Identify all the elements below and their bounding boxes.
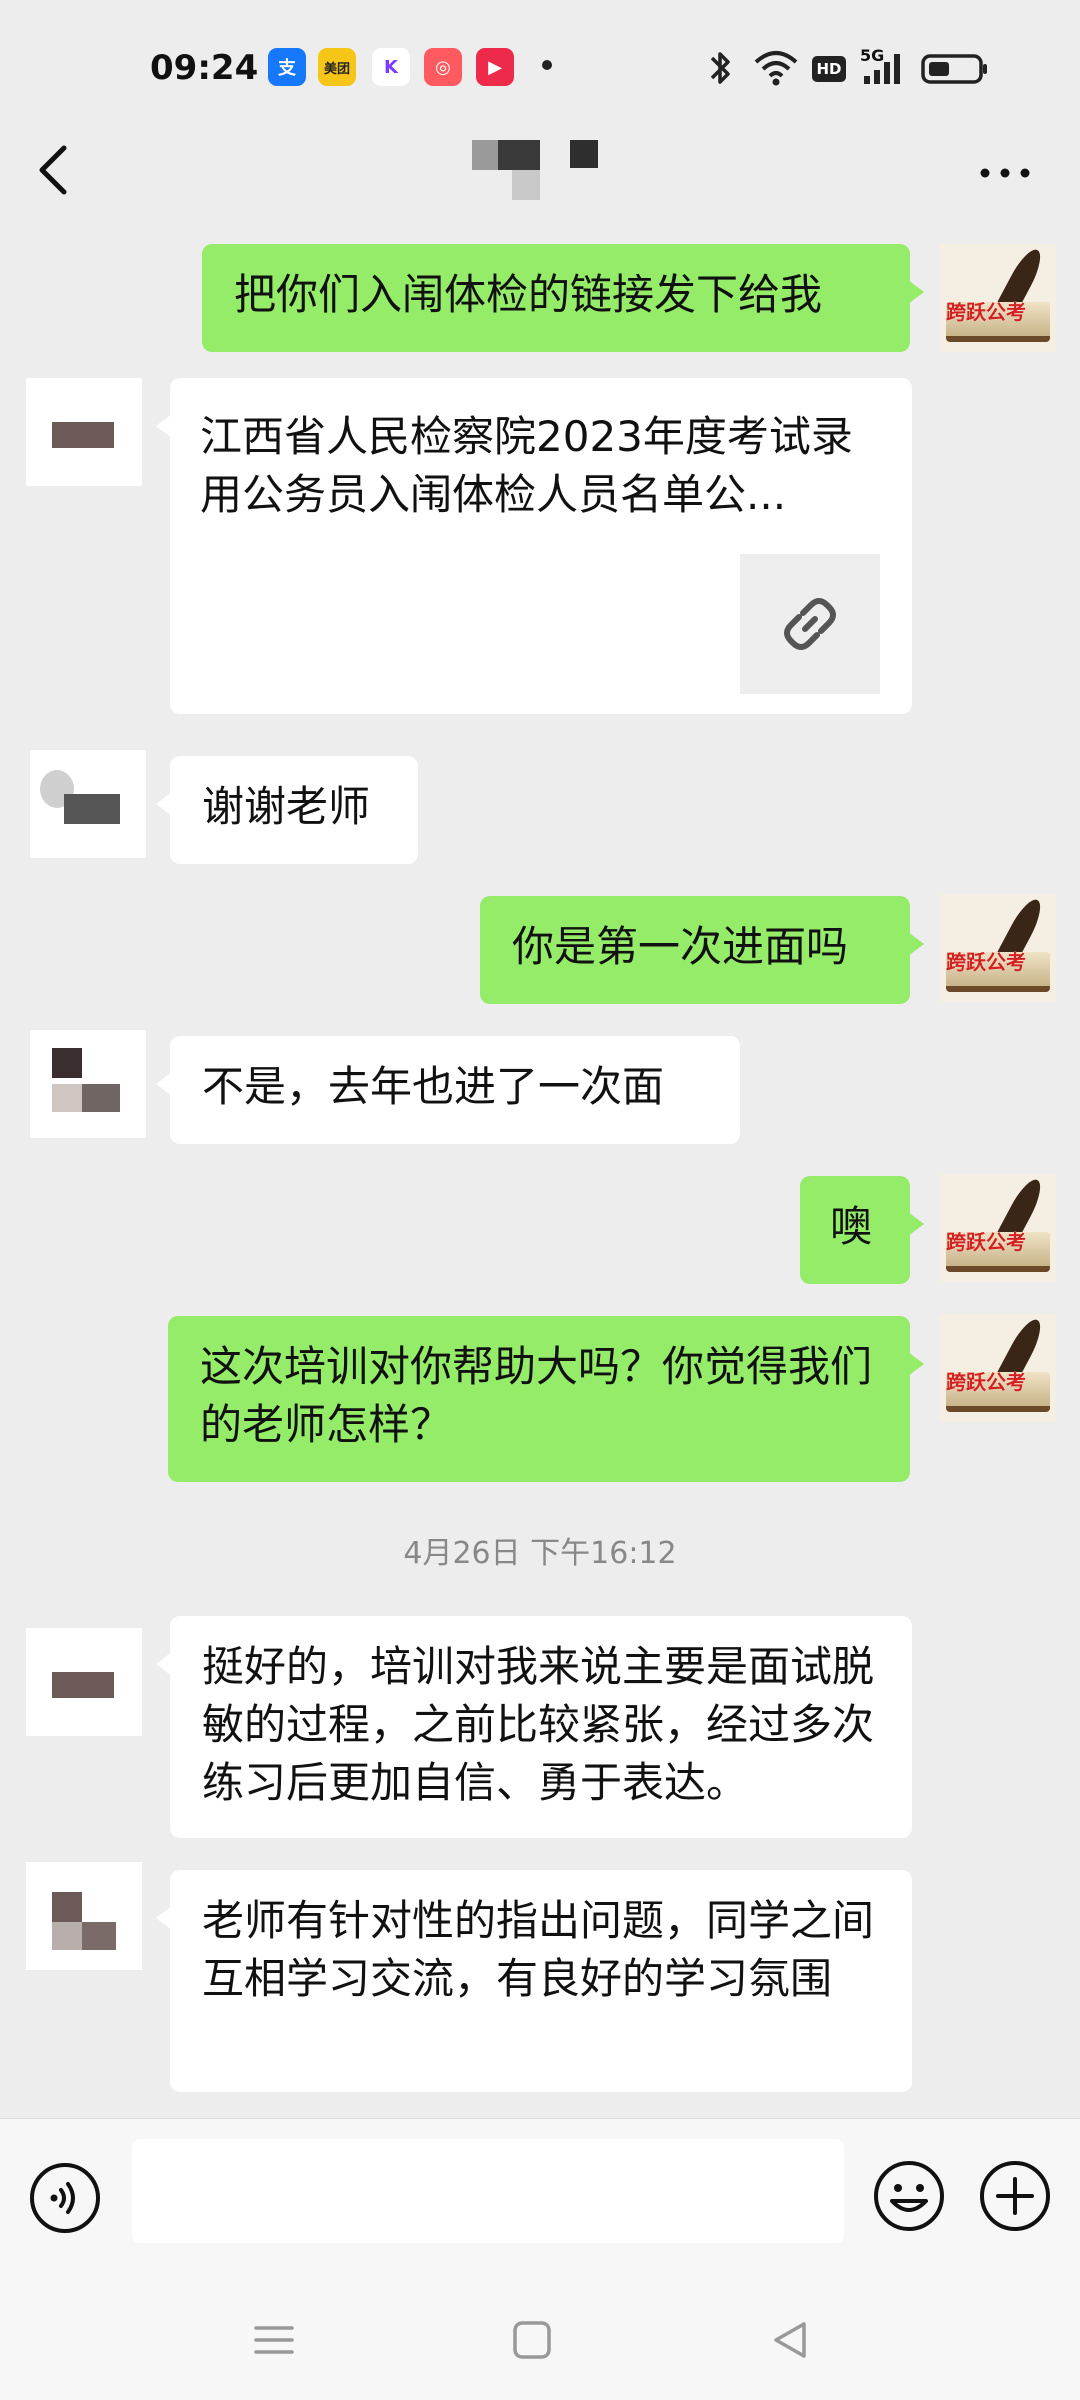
- wifi-icon: [754, 51, 798, 86]
- message-bubble-received[interactable]: 老师有针对性的指出问题，同学之间互相学习交流，有良好的学习氛围: [156, 1870, 912, 2092]
- message-bubble-received[interactable]: 不是，去年也进了一次面: [156, 1036, 740, 1144]
- more-notifications-icon: [542, 60, 552, 70]
- link-card-title: 江西省人民检察院2023年度考试录用公务员入闱体检人员名单公...: [200, 412, 853, 519]
- chat-messages[interactable]: 把你们入闱体检的链接发下给我 跨跃公考 江西省人民检察院2023年度考试录用公务…: [0, 230, 1080, 2120]
- voice-input-icon[interactable]: [28, 2161, 102, 2235]
- more-functions-plus-icon[interactable]: [978, 2159, 1052, 2233]
- message-bubble-sent[interactable]: 把你们入闱体检的链接发下给我: [202, 244, 924, 352]
- contact-avatar[interactable]: [30, 1030, 146, 1138]
- message-text: 把你们入闱体检的链接发下给我: [234, 270, 823, 319]
- status-bar: 09:24 支 美团 K ◎ ▶ HD 5G: [0, 0, 1080, 140]
- status-time: 09:24: [150, 48, 259, 88]
- back-icon[interactable]: [30, 140, 80, 200]
- video-app-icon: ▶: [476, 48, 514, 86]
- link-card-message[interactable]: 江西省人民检察院2023年度考试录用公务员入闱体检人员名单公...: [156, 378, 912, 714]
- my-avatar[interactable]: 跨跃公考: [940, 1314, 1056, 1422]
- system-back-icon[interactable]: [760, 2310, 820, 2370]
- meituan-icon: 美团: [318, 48, 356, 86]
- alipay-icon: 支: [268, 48, 306, 86]
- contact-avatar[interactable]: [26, 1862, 142, 1970]
- contact-avatar[interactable]: [26, 1628, 142, 1736]
- message-bubble-sent[interactable]: 噢: [800, 1176, 924, 1284]
- message-timestamp: 4月26日 下午16:12: [403, 1536, 677, 1571]
- bluetooth-icon: [710, 52, 730, 84]
- emoji-icon[interactable]: [872, 2159, 946, 2233]
- camera-app-icon: ◎: [424, 48, 462, 86]
- message-text: 你是第一次进面吗: [512, 922, 849, 971]
- k-app-icon: K: [372, 48, 410, 86]
- message-bubble-received[interactable]: 谢谢老师: [156, 756, 418, 864]
- message-input[interactable]: [132, 2139, 844, 2243]
- recent-apps-icon[interactable]: [244, 2310, 304, 2370]
- input-bar: [0, 2118, 1080, 2278]
- message-text: 不是，去年也进了一次面: [202, 1062, 665, 1111]
- message-bubble-received[interactable]: 挺好的，培训对我来说主要是面试脱敏的过程，之前比较紧张，经过多次练习后更加自信、…: [156, 1616, 912, 1838]
- my-avatar[interactable]: 跨跃公考: [940, 244, 1056, 352]
- hd-icon: HD: [812, 56, 846, 82]
- message-bubble-sent[interactable]: 这次培训对你帮助大吗？你觉得我们的老师怎样？: [168, 1316, 924, 1482]
- link-icon: [784, 598, 836, 650]
- my-avatar[interactable]: 跨跃公考: [940, 894, 1056, 1002]
- contact-avatar[interactable]: [26, 378, 142, 486]
- battery-icon: [921, 54, 987, 84]
- contact-avatar[interactable]: [30, 750, 146, 858]
- message-text: 谢谢老师: [202, 782, 371, 831]
- chat-title-redacted: [460, 140, 600, 200]
- more-options-icon[interactable]: [975, 158, 1035, 188]
- link-thumbnail: [740, 554, 880, 694]
- my-avatar[interactable]: 跨跃公考: [940, 1174, 1056, 1282]
- message-text: 老师有针对性的指出问题，同学之间互相学习交流，有良好的学习氛围: [202, 1896, 875, 2003]
- signal-icon: [864, 54, 900, 84]
- message-text: 挺好的，培训对我来说主要是面试脱敏的过程，之前比较紧张，经过多次练习后更加自信、…: [202, 1642, 875, 1807]
- message-bubble-sent[interactable]: 你是第一次进面吗: [480, 896, 924, 1004]
- message-text: 这次培训对你帮助大吗？你觉得我们的老师怎样？: [200, 1342, 873, 1449]
- home-icon[interactable]: [502, 2310, 562, 2370]
- system-navigation-bar: [0, 2278, 1080, 2400]
- message-text: 噢: [830, 1202, 873, 1251]
